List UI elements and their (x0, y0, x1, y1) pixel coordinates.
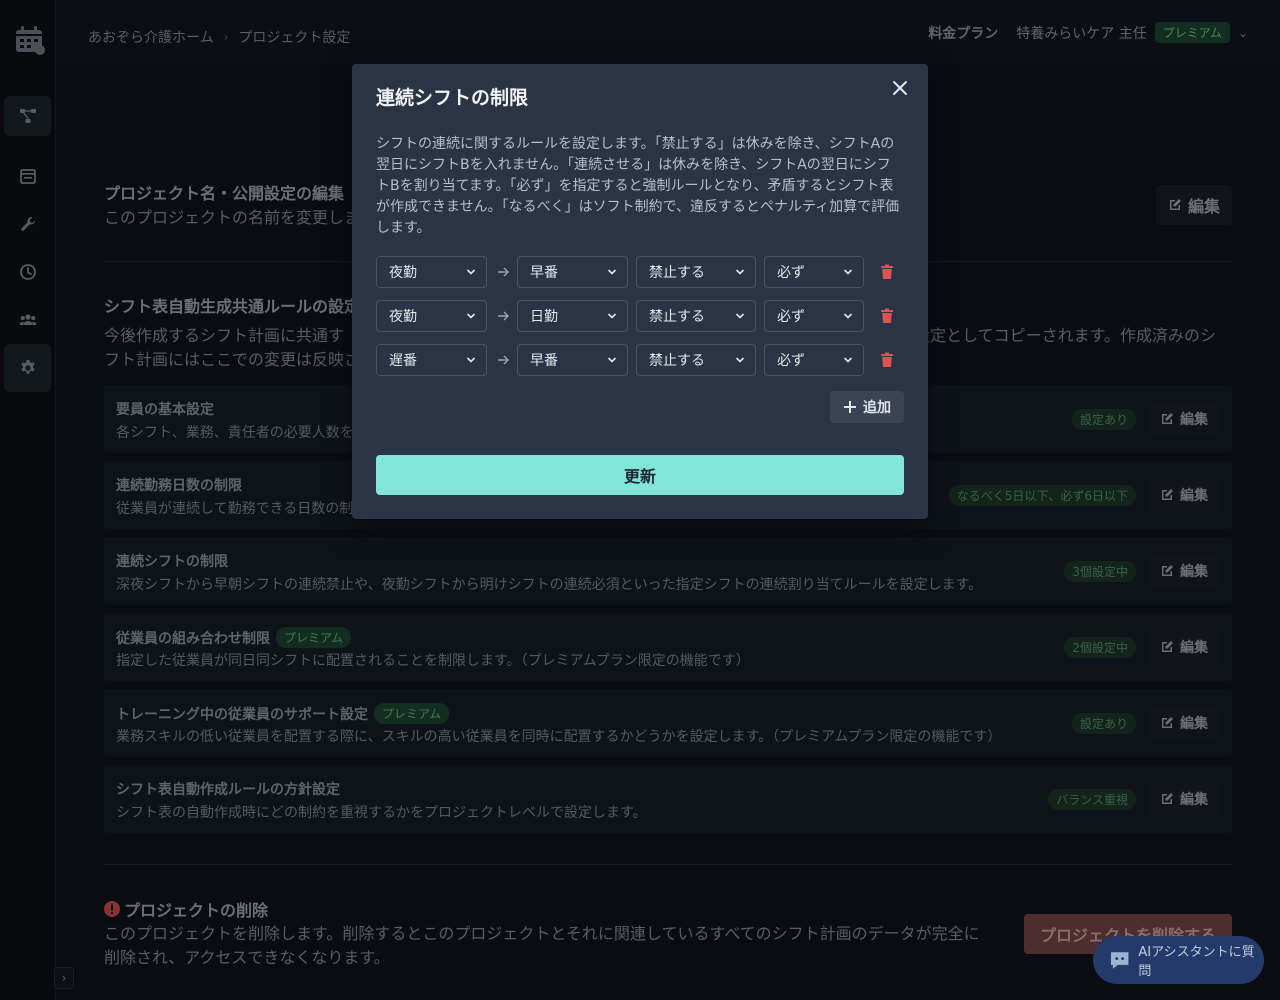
add-rule-label: 追加 (863, 400, 891, 416)
to-shift-select[interactable]: 早番 (517, 344, 628, 376)
shift-rule-row: 夜勤 早番 禁止する 必ず (376, 256, 904, 288)
consecutive-shift-modal: 連続シフトの制限 シフトの連続に関するルールを設定します。「禁止する」は休みを除… (352, 64, 928, 519)
modal-title: 連続シフトの制限 (376, 87, 529, 109)
trash-icon[interactable] (880, 264, 894, 280)
to-shift-select[interactable]: 日勤 (517, 300, 628, 332)
add-rule-button[interactable]: 追加 (830, 391, 904, 423)
from-shift-select[interactable]: 夜勤 (376, 300, 487, 332)
ai-assistant-label: AIアシスタントに質問 (1138, 945, 1255, 979)
chevron-down-icon (843, 357, 853, 363)
modal-description: シフトの連続に関するルールを設定します。「禁止する」は休みを除き、シフトAの翌日… (376, 136, 900, 236)
chevron-down-icon (607, 313, 617, 319)
arrow-right-icon (498, 311, 510, 321)
chevron-down-icon (843, 269, 853, 275)
chevron-down-icon (607, 269, 617, 275)
rule-action-select[interactable]: 禁止する (636, 256, 756, 288)
shift-rule-row: 夜勤 日勤 禁止する 必ず (376, 300, 904, 332)
chevron-down-icon (466, 269, 476, 275)
to-shift-select[interactable]: 早番 (517, 256, 628, 288)
chevron-down-icon (735, 313, 745, 319)
rule-action-select[interactable]: 禁止する (636, 300, 756, 332)
chevron-down-icon (735, 357, 745, 363)
from-shift-select[interactable]: 夜勤 (376, 256, 487, 288)
arrow-right-icon (498, 267, 510, 277)
chevron-down-icon (466, 357, 476, 363)
rule-action-select[interactable]: 禁止する (636, 344, 756, 376)
chevron-down-icon (607, 357, 617, 363)
rule-strength-select[interactable]: 必ず (764, 344, 864, 376)
close-icon[interactable] (892, 80, 908, 96)
arrow-right-icon (498, 355, 510, 365)
shift-rule-row: 遅番 早番 禁止する 必ず (376, 344, 904, 376)
ai-assistant-button[interactable]: AIアシスタントに質問 (1093, 936, 1264, 984)
chevron-down-icon (735, 269, 745, 275)
from-shift-select[interactable]: 遅番 (376, 344, 487, 376)
plus-icon (844, 401, 856, 413)
rule-strength-select[interactable]: 必ず (764, 300, 864, 332)
rule-strength-select[interactable]: 必ず (764, 256, 864, 288)
chat-bot-icon (1110, 952, 1129, 969)
update-button[interactable]: 更新 (376, 455, 904, 495)
chevron-down-icon (466, 313, 476, 319)
trash-icon[interactable] (880, 352, 894, 368)
trash-icon[interactable] (880, 308, 894, 324)
chevron-down-icon (843, 313, 853, 319)
